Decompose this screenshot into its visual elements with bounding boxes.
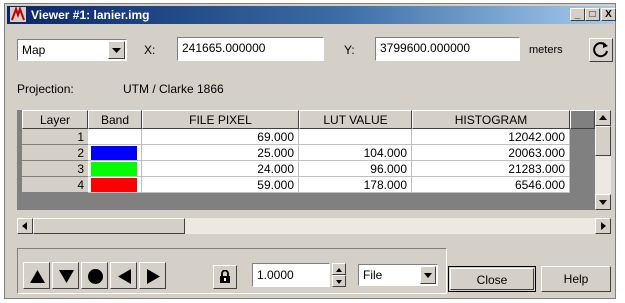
projection-label: Projection:: [17, 82, 74, 96]
row-header[interactable]: 1: [22, 129, 88, 145]
band-color-swatch: [91, 178, 137, 192]
y-coordinate-value: 3799600.000000: [380, 41, 471, 55]
step-increment-button[interactable]: [332, 263, 346, 275]
viewer-app-icon: [10, 7, 26, 22]
move-up-button[interactable]: [23, 262, 50, 289]
histogram-cell[interactable]: 21283.000: [412, 161, 570, 177]
file-pixel-cell[interactable]: 25.000: [142, 145, 299, 161]
band-cell[interactable]: [88, 161, 142, 177]
y-label: Y:: [344, 43, 355, 57]
row-header[interactable]: 4: [22, 177, 88, 193]
band-color-swatch: [91, 130, 137, 144]
column-header-filler: [570, 110, 595, 129]
scroll-up-arrow-icon[interactable]: [595, 110, 611, 126]
x-coordinate-value: 241665.000000: [182, 41, 266, 55]
cellarray-table: Layer Band FILE PIXEL LUT VALUE HISTOGRA…: [17, 110, 595, 210]
lut-value-cell[interactable]: 96.000: [299, 161, 412, 177]
band-cell[interactable]: [88, 129, 142, 145]
viewer-window: Viewer #1: lanier.img _ □ X Map X: 24166…: [4, 3, 616, 299]
row-header[interactable]: 3: [22, 161, 88, 177]
file-pixel-cell[interactable]: 24.000: [142, 161, 299, 177]
y-coordinate-input[interactable]: 3799600.000000: [375, 37, 520, 61]
spin-up-icon: [336, 268, 342, 272]
x-label: X:: [144, 43, 156, 57]
column-header-histogram[interactable]: HISTOGRAM: [412, 110, 570, 129]
refresh-button[interactable]: [589, 38, 613, 62]
arrow-down-icon: [59, 270, 74, 283]
close-button[interactable]: Close: [450, 268, 534, 290]
step-size-value: 1.0000: [257, 268, 294, 282]
move-right-button[interactable]: [139, 262, 166, 289]
title-bar[interactable]: Viewer #1: lanier.img _ □ X: [7, 6, 616, 24]
source-select-value: File: [363, 268, 383, 282]
close-button-frame[interactable]: Close: [448, 266, 536, 292]
arrow-left-icon: [118, 269, 131, 284]
horizontal-scrollbar[interactable]: [17, 218, 611, 234]
histogram-cell[interactable]: 12042.000: [412, 129, 570, 145]
scroll-right-arrow-icon[interactable]: [595, 218, 611, 234]
refresh-icon: [593, 42, 608, 58]
column-header-layer[interactable]: Layer: [22, 110, 88, 129]
source-select[interactable]: File: [358, 264, 438, 286]
move-down-button[interactable]: [52, 262, 79, 289]
center-button[interactable]: [81, 262, 108, 289]
band-cell[interactable]: [88, 145, 142, 161]
arrow-right-icon: [147, 269, 160, 284]
lut-value-cell[interactable]: [299, 129, 412, 145]
lut-value-cell[interactable]: 104.000: [299, 145, 412, 161]
units-label: meters: [529, 44, 563, 56]
step-decrement-button[interactable]: [332, 275, 346, 287]
column-header-band[interactable]: Band: [88, 110, 142, 129]
vertical-scrollbar[interactable]: [595, 110, 611, 210]
file-pixel-cell[interactable]: 59.000: [142, 177, 299, 193]
chevron-down-icon[interactable]: [108, 41, 125, 59]
arrow-up-icon: [30, 270, 45, 283]
scroll-down-arrow-icon[interactable]: [595, 194, 611, 210]
coord-type-select[interactable]: Map: [17, 39, 127, 61]
x-coordinate-input[interactable]: 241665.000000: [177, 37, 324, 61]
lut-value-cell[interactable]: 178.000: [299, 177, 412, 193]
lock-button[interactable]: [213, 265, 237, 289]
band-color-swatch: [91, 162, 137, 176]
step-size-input[interactable]: 1.0000: [252, 263, 330, 287]
window-title: Viewer #1: lanier.img: [31, 8, 150, 22]
histogram-cell[interactable]: 6546.000: [412, 177, 570, 193]
band-color-swatch: [91, 146, 137, 160]
vertical-scroll-thumb[interactable]: [595, 126, 611, 156]
histogram-cell[interactable]: 20063.000: [412, 145, 570, 161]
help-button[interactable]: Help: [541, 266, 611, 292]
projection-value: UTM / Clarke 1866: [123, 82, 224, 96]
lock-icon: [220, 270, 230, 283]
chevron-down-icon[interactable]: [420, 266, 436, 284]
column-header-lut-value[interactable]: LUT VALUE: [299, 110, 412, 129]
coord-type-value: Map: [22, 43, 46, 57]
band-cell[interactable]: [88, 177, 142, 193]
file-pixel-cell[interactable]: 69.000: [142, 129, 299, 145]
move-left-button[interactable]: [110, 262, 137, 289]
spin-down-icon: [336, 280, 342, 284]
horizontal-scroll-thumb[interactable]: [33, 218, 185, 234]
maximize-button[interactable]: □: [585, 8, 600, 21]
scroll-left-arrow-icon[interactable]: [17, 218, 33, 234]
dot-icon: [88, 269, 103, 284]
close-window-button[interactable]: X: [601, 8, 616, 21]
column-header-file-pixel[interactable]: FILE PIXEL: [142, 110, 299, 129]
row-header[interactable]: 2: [22, 145, 88, 161]
minimize-button[interactable]: _: [570, 8, 585, 21]
